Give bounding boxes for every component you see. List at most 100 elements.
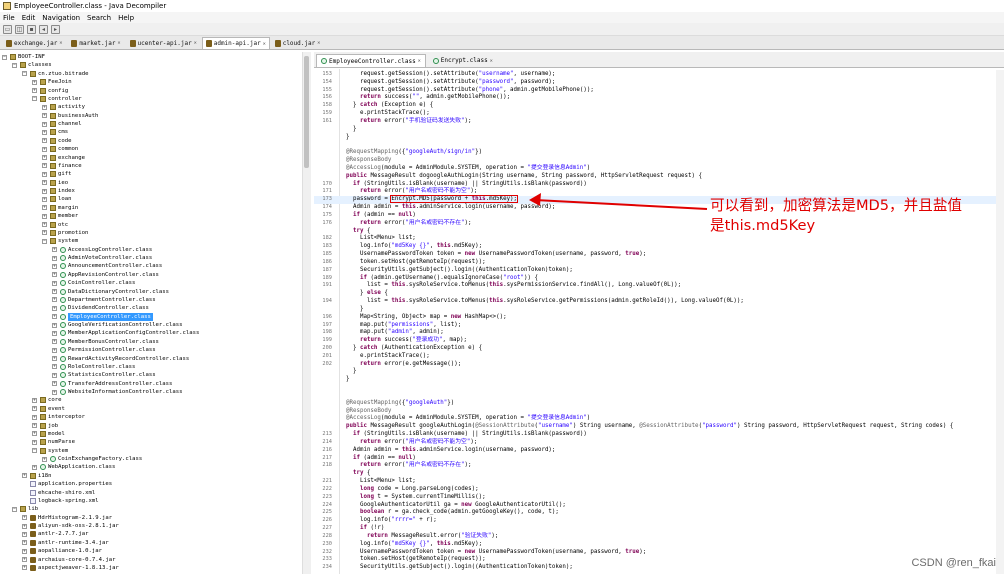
expand-icon[interactable]: + [32,406,37,412]
expand-icon[interactable]: + [52,364,57,370]
tree-folder[interactable]: + otc [2,221,302,229]
tree-class[interactable]: + CoinExchangeFactory.class [2,455,302,463]
close-icon[interactable]: ✕ [194,40,197,46]
expand-icon[interactable]: + [42,456,47,462]
tree-folder[interactable]: + index [2,187,302,195]
tree-folder[interactable]: + promotion [2,229,302,237]
tree-jar[interactable]: + aopalliance-1.0.jar [2,547,302,555]
tree-class[interactable]: + WebsiteInformationController.class [2,388,302,396]
expand-icon[interactable]: + [32,431,37,437]
tree-folder[interactable]: − cn.ztuo.bitrade [2,70,302,78]
tree-folder[interactable]: + loan [2,195,302,203]
expand-icon[interactable]: + [52,347,57,353]
code-tab-1[interactable]: Encrypt.class ✕ [428,54,498,67]
expand-icon[interactable]: + [42,163,47,169]
tree-folder[interactable]: + ieo [2,179,302,187]
code-scrollbar[interactable] [996,70,1004,574]
jar-tab-4[interactable]: cloud.jar ✕ [270,37,325,49]
tree-class[interactable]: + EmployeeController.class [2,312,302,321]
expand-icon[interactable]: + [32,423,37,429]
tree-class[interactable]: + AccessLogController.class [2,246,302,254]
tree-jar[interactable]: + antlr-2.7.7.jar [2,530,302,538]
tree-class[interactable]: + AnnouncementController.class [2,262,302,270]
collapse-icon[interactable]: − [22,71,27,77]
expand-icon[interactable]: + [52,356,57,362]
tree-class[interactable]: + RewardActivityRecordController.class [2,355,302,363]
code-tab-0[interactable]: EmployeeController.class ✕ [316,54,426,67]
tree-folder[interactable]: + core [2,396,302,404]
tree-folder[interactable]: + common [2,145,302,153]
expand-icon[interactable]: + [22,548,27,554]
close-icon[interactable]: ✕ [317,40,320,46]
tree-folder[interactable]: − system [2,447,302,455]
collapse-icon[interactable]: − [12,506,17,512]
tree-class[interactable]: + DividendController.class [2,304,302,312]
expand-icon[interactable]: + [32,464,37,470]
menu-navigation[interactable]: Navigation [42,14,80,22]
expand-icon[interactable]: + [42,129,47,135]
collapse-icon[interactable]: − [32,96,37,102]
tree-folder[interactable]: + cms [2,128,302,136]
expand-icon[interactable]: + [32,414,37,420]
expand-icon[interactable]: + [52,305,57,311]
expand-icon[interactable]: + [42,213,47,219]
tree-folder[interactable]: + member [2,212,302,220]
tree-file[interactable]: logback-spring.xml [2,497,302,505]
menu-search[interactable]: Search [87,14,111,22]
tree-class[interactable]: + MemberBonusController.class [2,338,302,346]
expand-icon[interactable]: + [42,222,47,228]
expand-icon[interactable]: + [52,272,57,278]
tree-class[interactable]: + WebApplication.class [2,463,302,471]
expand-icon[interactable]: + [22,565,27,571]
tree-folder[interactable]: − controller [2,95,302,103]
expand-icon[interactable]: + [52,297,57,303]
tree-class[interactable]: + GoogleVerificationController.class [2,321,302,329]
tree-class[interactable]: + AppRevisionController.class [2,271,302,279]
open-type-icon[interactable]: ◫ [15,24,24,34]
expand-icon[interactable]: + [52,255,57,261]
expand-icon[interactable]: + [52,330,57,336]
tree-scrollbar-thumb[interactable] [304,56,309,168]
menu-file[interactable]: File [3,14,15,22]
expand-icon[interactable]: + [42,138,47,144]
tree-folder[interactable]: − system [2,237,302,245]
tree-folder[interactable]: + gift [2,170,302,178]
tree-folder[interactable]: + finance [2,162,302,170]
expand-icon[interactable]: + [22,523,27,529]
tree-folder[interactable]: + job [2,422,302,430]
tree-jar[interactable]: + antlr-runtime-3.4.jar [2,539,302,547]
tree-folder[interactable]: + businessAuth [2,112,302,120]
tree-folder[interactable]: + exchange [2,154,302,162]
jar-tab-0[interactable]: exchange.jar ✕ [2,37,67,49]
close-icon[interactable]: ✕ [418,58,421,64]
tree-folder[interactable]: − lib [2,505,302,513]
tree-folder[interactable]: − classes [2,61,302,69]
tree-jar[interactable]: + archaius-core-0.7.4.jar [2,556,302,564]
expand-icon[interactable]: + [42,230,47,236]
menu-help[interactable]: Help [118,14,134,22]
expand-icon[interactable]: + [52,247,57,253]
tree-folder[interactable]: + code [2,137,302,145]
expand-icon[interactable]: + [42,121,47,127]
tree-folder[interactable]: + FeeJoin [2,78,302,86]
close-icon[interactable]: ✕ [490,58,493,64]
jar-tab-3[interactable]: admin-api.jar ✕ [201,37,270,49]
tree-jar[interactable]: + HdrHistogram-2.1.9.jar [2,514,302,522]
tree-class[interactable]: + AdminVoteController.class [2,254,302,262]
tree-folder[interactable]: + config [2,87,302,95]
expand-icon[interactable]: + [22,540,27,546]
open-file-icon[interactable]: ▭ [3,24,12,34]
expand-icon[interactable]: + [52,322,57,328]
jar-tab-1[interactable]: market.jar ✕ [67,37,125,49]
expand-icon[interactable]: + [52,389,57,395]
expand-icon[interactable]: + [52,263,57,269]
jar-tab-2[interactable]: ucenter-api.jar ✕ [125,37,201,49]
tree-folder[interactable]: + channel [2,120,302,128]
tree-folder[interactable]: + activity [2,103,302,111]
expand-icon[interactable]: + [22,515,27,521]
close-icon[interactable]: ✕ [118,40,121,46]
expand-icon[interactable]: + [32,79,37,85]
tree-folder[interactable]: + interceptor [2,413,302,421]
expand-icon[interactable]: + [52,381,57,387]
close-icon[interactable]: ✕ [263,41,266,47]
